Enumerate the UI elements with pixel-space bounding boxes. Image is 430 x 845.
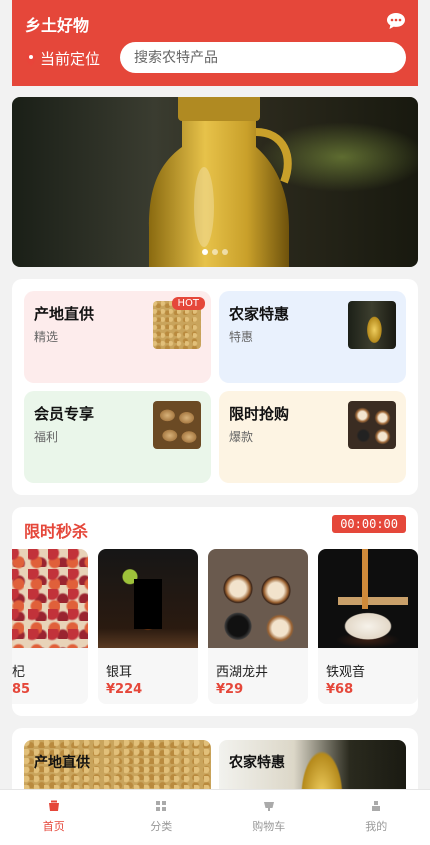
potato-image <box>153 401 201 449</box>
category-card-flash[interactable]: 限时抢购 爆款 <box>219 391 406 483</box>
tab-home[interactable]: 首页 <box>0 790 108 845</box>
location-label: 当前定位 <box>40 48 100 69</box>
category-subtitle: 精选 <box>34 328 58 345</box>
cart-icon <box>263 800 275 812</box>
category-title: 限时抢购 <box>229 403 289 424</box>
app-header: 乡土好物 当前定位 <box>12 0 418 86</box>
product-name: 铁观音 <box>326 661 365 680</box>
product-image <box>98 549 198 648</box>
product-card[interactable]: 杞 85 <box>12 549 88 704</box>
product-price: ¥68 <box>326 682 353 697</box>
product-image <box>208 549 308 648</box>
flash-sale-title: 限时秒杀 <box>24 518 88 542</box>
product-name: 西湖龙井 <box>216 661 268 680</box>
tab-label: 分类 <box>150 820 172 833</box>
user-icon <box>370 800 382 812</box>
product-image <box>12 549 88 648</box>
tab-category[interactable]: 分类 <box>108 790 216 845</box>
tab-label: 首页 <box>43 820 65 833</box>
countdown-timer: 00:00:00 <box>332 515 406 533</box>
hot-badge: HOT <box>172 297 206 310</box>
category-subtitle: 福利 <box>34 428 58 445</box>
category-title: 农家特惠 <box>229 303 289 324</box>
search-box[interactable] <box>120 42 406 73</box>
recommend-title: 农家特惠 <box>229 752 285 772</box>
product-card[interactable]: 西湖龙井 ¥29 <box>208 549 308 704</box>
category-grid: 产地直供 精选 HOT 农家特惠 特惠 会员专享 福利 限时抢购 爆款 <box>12 279 418 495</box>
tab-profile[interactable]: 我的 <box>323 790 430 845</box>
product-price: 85 <box>12 682 30 697</box>
search-input[interactable] <box>132 49 394 67</box>
category-card-direct-supply[interactable]: 产地直供 精选 HOT <box>24 291 211 383</box>
flash-sale-section: 限时秒杀 00:00:00 杞 85 银耳 ¥224 西湖龙井 ¥29 铁观音 … <box>12 507 418 716</box>
home-icon <box>48 800 60 812</box>
banner-carousel[interactable] <box>12 97 418 267</box>
category-subtitle: 爆款 <box>229 428 253 445</box>
chat-icon[interactable] <box>386 12 406 30</box>
product-name: 杞 <box>12 661 25 680</box>
product-card[interactable]: 银耳 ¥224 <box>98 549 198 704</box>
category-title: 会员专享 <box>34 403 94 424</box>
location-selector[interactable]: 当前定位 <box>26 48 100 69</box>
tab-label: 购物车 <box>252 820 285 833</box>
app-title: 乡土好物 <box>25 12 89 36</box>
carousel-dot[interactable] <box>222 249 228 255</box>
product-name: 银耳 <box>106 661 132 680</box>
bottom-tab-bar: 首页 分类 购物车 我的 <box>0 789 430 845</box>
product-image <box>318 549 418 648</box>
product-price: ¥224 <box>106 682 142 697</box>
category-card-farm-deals[interactable]: 农家特惠 特惠 <box>219 291 406 383</box>
carousel-dot[interactable] <box>202 249 208 255</box>
oil-bottle-image <box>348 301 396 349</box>
product-card[interactable]: 铁观音 ¥68 <box>318 549 418 704</box>
recommend-title: 产地直供 <box>34 752 90 772</box>
category-title: 产地直供 <box>34 303 94 324</box>
location-pin-icon <box>26 52 36 66</box>
product-price: ¥29 <box>216 682 243 697</box>
carousel-dots <box>12 240 418 259</box>
tab-label: 我的 <box>365 820 387 833</box>
tab-cart[interactable]: 购物车 <box>215 790 323 845</box>
category-card-member[interactable]: 会员专享 福利 <box>24 391 211 483</box>
category-subtitle: 特惠 <box>229 328 253 345</box>
grid-icon <box>155 800 167 812</box>
carousel-dot[interactable] <box>212 249 218 255</box>
coffee-image <box>348 401 396 449</box>
